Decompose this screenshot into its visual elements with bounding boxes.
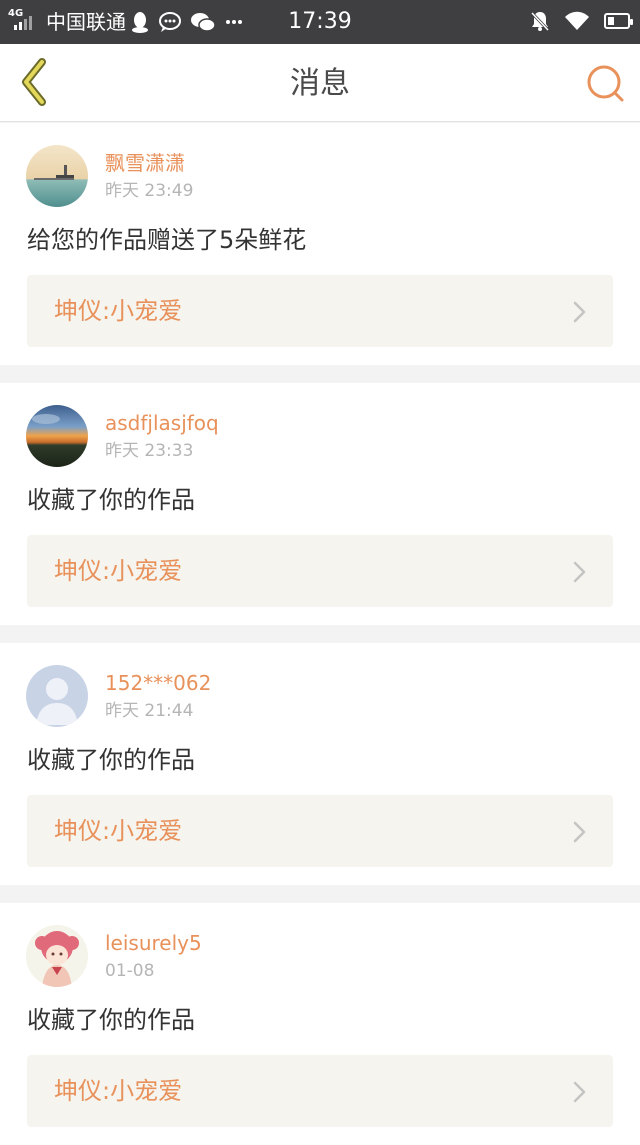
message-text: 给您的作品赠送了5朵鲜花 [27,226,307,254]
work-title: 坤仪:小宠爱 [54,1077,183,1105]
message-card: leisurely5 01-08 收藏了你的作品 坤仪:小宠爱 [0,903,640,1145]
chevron-right-icon [573,1081,586,1103]
avatar[interactable] [26,145,88,207]
username[interactable]: asdfjlasjfoq [105,409,219,437]
work-link[interactable]: 坤仪:小宠爱 [27,1055,613,1127]
search-button[interactable] [586,64,626,104]
timestamp: 昨天 23:49 [105,181,194,201]
message-text: 收藏了你的作品 [27,746,195,774]
username[interactable]: 152***062 [105,669,211,697]
message-card: 152***062 昨天 21:44 收藏了你的作品 坤仪:小宠爱 [0,643,640,885]
username[interactable]: 飘雪潇潇 [105,149,185,177]
message-text: 收藏了你的作品 [27,1006,195,1034]
timestamp: 01-08 [105,961,155,981]
work-title: 坤仪:小宠爱 [54,557,183,585]
username[interactable]: leisurely5 [105,929,202,957]
status-bar: 4G 中国联通 17:39 [0,0,640,44]
navigation-bar: 消息 [0,44,640,122]
mute-bell-icon [530,11,550,32]
chevron-right-icon [573,301,586,323]
timestamp: 昨天 23:33 [105,441,194,461]
work-title: 坤仪:小宠爱 [54,817,183,845]
wifi-icon [565,11,589,30]
work-link[interactable]: 坤仪:小宠爱 [27,275,613,347]
work-title: 坤仪:小宠爱 [54,297,183,325]
work-link[interactable]: 坤仪:小宠爱 [27,535,613,607]
message-text: 收藏了你的作品 [27,486,195,514]
message-list: 飘雪潇潇 昨天 23:49 给您的作品赠送了5朵鲜花 坤仪:小宠爱 asdfjl… [0,123,640,1145]
timestamp: 昨天 21:44 [105,701,194,721]
message-card: asdfjlasjfoq 昨天 23:33 收藏了你的作品 坤仪:小宠爱 [0,383,640,625]
page-title: 消息 [290,66,350,101]
chevron-right-icon [573,561,586,583]
chevron-right-icon [573,821,586,843]
avatar[interactable] [26,665,88,727]
message-card: 飘雪潇潇 昨天 23:49 给您的作品赠送了5朵鲜花 坤仪:小宠爱 [0,123,640,365]
battery-icon [604,13,633,29]
system-icons [530,10,633,32]
avatar[interactable] [26,925,88,987]
avatar[interactable] [26,405,88,467]
search-icon [587,65,624,102]
work-link[interactable]: 坤仪:小宠爱 [27,795,613,867]
